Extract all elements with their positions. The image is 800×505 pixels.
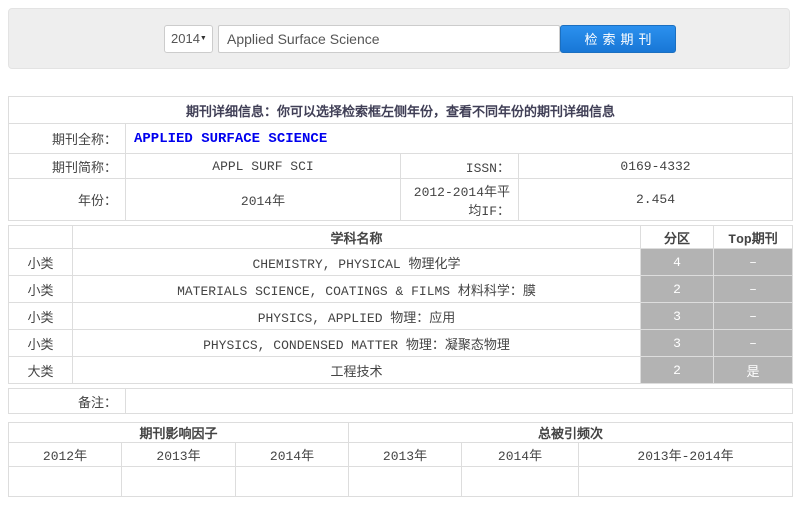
subject-row: 小类 CHEMISTRY, PHYSICAL 物理化学 4 – <box>8 248 793 276</box>
search-journal-button-label: 检索期刊 <box>584 32 657 47</box>
metrics-group-header-row: 期刊影响因子 总被引频次 <box>8 422 794 443</box>
year-header: 2013年 <box>121 442 236 467</box>
remark-label: 备注： <box>8 388 126 414</box>
top-journal-value: – <box>713 302 793 330</box>
partition-value: 3 <box>640 302 714 330</box>
partition-value: 2 <box>640 275 714 303</box>
subject-row: 大类 工程技术 2 是 <box>8 356 793 384</box>
metrics-values-row-clipped <box>8 466 794 497</box>
subject-row: 小类 PHYSICS, CONDENSED MATTER 物理：凝聚态物理 3 … <box>8 329 793 357</box>
year-header: 2014年 <box>235 442 349 467</box>
year-header: 2013年-2014年 <box>577 442 794 467</box>
issn-label: ISSN： <box>400 153 519 179</box>
subject-type: 小类 <box>8 248 73 276</box>
journal-search-input[interactable] <box>218 24 560 53</box>
impact-factor-group-header: 期刊影响因子 <box>8 422 349 443</box>
top-journal-value: 是 <box>713 356 793 384</box>
top-journal-value: – <box>713 248 793 276</box>
subject-partition-table: 学科名称 分区 Top期刊 小类 CHEMISTRY, PHYSICAL 物理化… <box>8 225 793 384</box>
search-bar: 2014 ▼ 检索期刊 <box>8 8 790 69</box>
journal-full-name-link[interactable]: APPLIED SURFACE SCIENCE <box>134 131 327 147</box>
caret-down-icon: ▼ <box>199 35 207 42</box>
subject-name: CHEMISTRY, PHYSICAL 物理化学 <box>72 248 641 276</box>
subject-name-header: 学科名称 <box>72 225 641 249</box>
avg-if-label: 2012-2014年平均IF： <box>400 178 519 221</box>
year-select[interactable]: 2014 ▼ <box>164 24 213 53</box>
subject-name: PHYSICS, CONDENSED MATTER 物理：凝聚态物理 <box>72 329 641 357</box>
partition-value: 3 <box>640 329 714 357</box>
short-name-row: 期刊简称： APPL SURF SCI ISSN： 0169-4332 <box>8 153 794 179</box>
page: 2014 ▼ 检索期刊 期刊详细信息：你可以选择检索框左侧年份，查看不同年份的期… <box>0 0 800 505</box>
subject-header-row: 学科名称 分区 Top期刊 <box>8 225 793 249</box>
partition-value: 4 <box>640 248 714 276</box>
metrics-year-header-row: 2012年 2013年 2014年 2013年 2014年 2013年-2014… <box>8 442 794 467</box>
remark-value <box>125 388 793 414</box>
subject-row: 小类 MATERIALS SCIENCE, COATINGS & FILMS 材… <box>8 275 793 303</box>
year-header: 2014年 <box>461 442 579 467</box>
avg-if-value: 2.454 <box>517 178 794 221</box>
issn-value: 0169-4332 <box>517 153 794 179</box>
subject-name: 工程技术 <box>72 356 641 384</box>
top-journal-header: Top期刊 <box>713 225 793 249</box>
year-row: 年份： 2014年 2012-2014年平均IF： 2.454 <box>8 178 794 221</box>
remark-table: 备注： <box>8 388 793 414</box>
top-journal-value: – <box>713 329 793 357</box>
partition-header: 分区 <box>640 225 714 249</box>
metrics-table: 期刊影响因子 总被引频次 2012年 2013年 2014年 2013年 201… <box>8 422 794 497</box>
year-header: 2012年 <box>8 442 122 467</box>
top-journal-value: – <box>713 275 793 303</box>
subject-type: 大类 <box>8 356 73 384</box>
year-value: 2014年 <box>125 178 401 221</box>
subject-type: 小类 <box>8 329 73 357</box>
year-select-value: 2014 <box>171 31 200 46</box>
year-header: 2013年 <box>348 442 462 467</box>
full-name-label: 期刊全称： <box>8 123 126 154</box>
full-name-row: 期刊全称： APPLIED SURFACE SCIENCE <box>8 123 794 154</box>
subject-type: 小类 <box>8 302 73 330</box>
subject-row: 小类 PHYSICS, APPLIED 物理：应用 3 – <box>8 302 793 330</box>
total-cites-group-header: 总被引频次 <box>347 422 794 443</box>
short-name-value: APPL SURF SCI <box>125 153 401 179</box>
year-label: 年份： <box>8 178 126 221</box>
journal-info-table: 期刊详细信息：你可以选择检索框左侧年份，查看不同年份的期刊详细信息 期刊全称： … <box>7 96 794 221</box>
subject-type-header <box>8 225 73 249</box>
subject-name: MATERIALS SCIENCE, COATINGS & FILMS 材料科学… <box>72 275 641 303</box>
journal-detail-caption: 期刊详细信息：你可以选择检索框左侧年份，查看不同年份的期刊详细信息 <box>7 96 794 124</box>
remark-row: 备注： <box>8 388 793 414</box>
short-name-label: 期刊简称： <box>8 153 126 179</box>
search-journal-button[interactable]: 检索期刊 <box>560 24 676 53</box>
subject-name: PHYSICS, APPLIED 物理：应用 <box>72 302 641 330</box>
caption-row: 期刊详细信息：你可以选择检索框左侧年份，查看不同年份的期刊详细信息 <box>7 96 794 124</box>
subject-type: 小类 <box>8 275 73 303</box>
partition-value: 2 <box>640 356 714 384</box>
